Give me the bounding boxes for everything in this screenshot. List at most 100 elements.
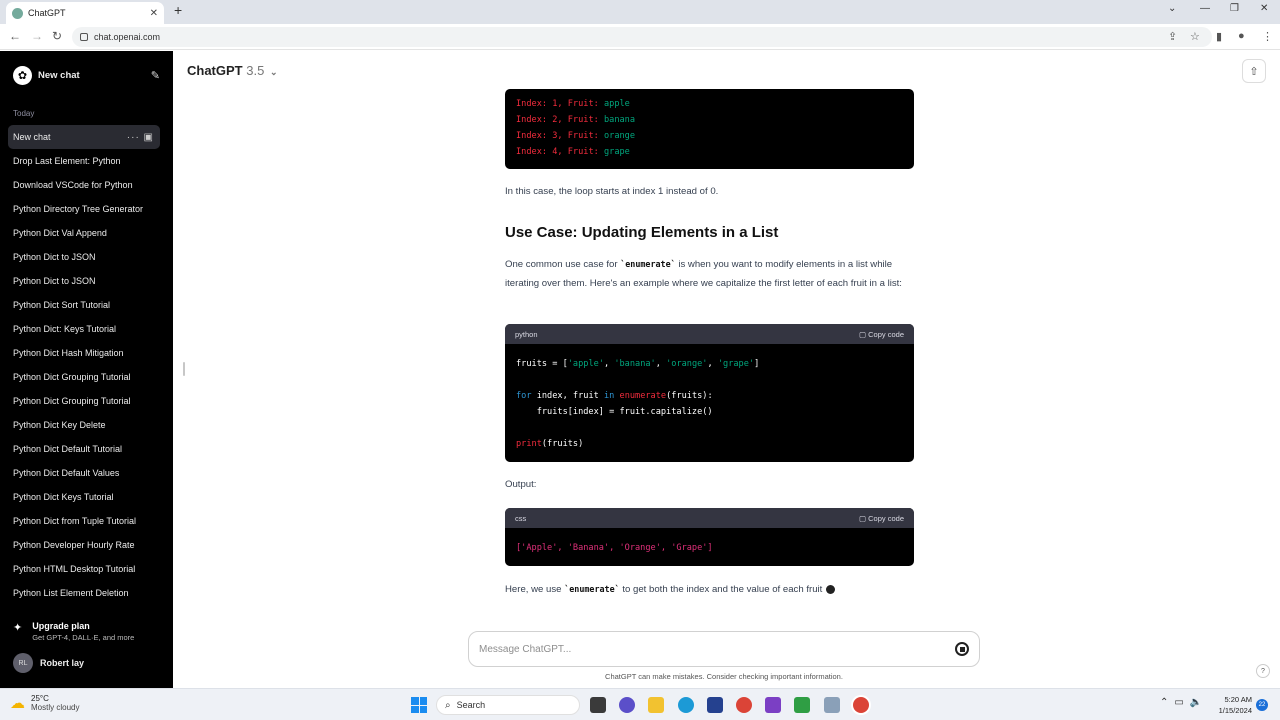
address-bar: ← → ↻ chat.openai.com ⇪ ☆ ▮ ● ⋮ <box>0 24 1280 50</box>
sidebar-resize-handle[interactable] <box>183 362 185 376</box>
maximize-icon[interactable]: ❐ <box>1230 3 1239 14</box>
sidebar-chat-item[interactable]: Python Dict Sort Tutorial <box>8 293 160 317</box>
chat-options-icon[interactable]: ··· ▣ <box>127 132 154 143</box>
sidebar-chat-item[interactable]: Python Dict to JSON <box>8 269 160 293</box>
clipboard-icon: ▢ <box>858 513 867 523</box>
model-name: ChatGPT <box>187 63 243 78</box>
stop-generating-button[interactable] <box>955 642 969 656</box>
sidebar-chat-label: Python Dict to JSON <box>13 276 96 286</box>
menu-kebab-icon[interactable]: ⋮ <box>1262 30 1273 43</box>
compose-icon[interactable]: ✎ <box>151 69 160 82</box>
reload-icon[interactable]: ↻ <box>52 29 62 43</box>
sidebar-chat-item[interactable]: Python Directory Tree Generator <box>8 197 160 221</box>
forward-icon[interactable]: → <box>31 29 43 43</box>
copy-code-button[interactable]: ▢ Copy code <box>859 514 904 523</box>
intro-paragraph: One common use case for `enumerate` is w… <box>505 255 915 293</box>
store-icon[interactable] <box>707 697 723 713</box>
system-tray-icons[interactable]: ⌃▭🔈 <box>1160 697 1208 708</box>
new-chat-button[interactable]: ✿ New chat ✎ <box>8 63 160 87</box>
final-paragraph: Here, we use `enumerate` to get both the… <box>505 580 925 600</box>
bookmark-star-icon[interactable]: ☆ <box>1190 30 1200 43</box>
sidebar-chat-item[interactable]: Python Dict Key Delete <box>8 413 160 437</box>
sidebar-chat-item[interactable]: Python List Element Deletion <box>8 581 160 605</box>
output-line: Index: 4, Fruit: grape <box>516 147 630 157</box>
clipboard-icon: ▢ <box>858 329 867 339</box>
back-icon[interactable]: ← <box>9 29 21 43</box>
code-language: python <box>515 329 538 339</box>
upgrade-title: Upgrade plan <box>32 621 90 631</box>
sidebar-chat-item[interactable]: Python Dict from Tuple Tutorial <box>8 509 160 533</box>
taskbar-search[interactable]: ⌕ Search <box>436 695 580 715</box>
sidebar-chat-label: Python Dict from Tuple Tutorial <box>13 516 137 526</box>
sidebar-chat-item[interactable]: Python Dict: Keys Tutorial <box>8 317 160 341</box>
browser-tab[interactable]: ChatGPT ✕ <box>6 2 164 24</box>
sidebar-chat-item[interactable]: Python Dict Grouping Tutorial <box>8 389 160 413</box>
task-view-icon[interactable] <box>590 697 606 713</box>
sidebar-chat-label: Python Dict Grouping Tutorial <box>13 372 131 382</box>
chat-app-icon[interactable] <box>619 697 635 713</box>
sidebar-chat-item[interactable]: Python Dict Val Append <box>8 221 160 245</box>
model-selector[interactable]: ChatGPT 3.5 ⌄ <box>187 63 278 78</box>
close-tab-icon[interactable]: ✕ <box>150 8 158 19</box>
sidebar-chat-item[interactable]: Python Dict to JSON <box>8 245 160 269</box>
notification-badge[interactable]: 22 <box>1256 699 1268 711</box>
copy-code-label: Copy code <box>868 513 904 523</box>
windows-start-icon[interactable] <box>411 697 427 713</box>
url-field[interactable]: chat.openai.com <box>72 27 1212 47</box>
user-menu[interactable]: RL Robert lay <box>13 653 84 673</box>
python-code-body: fruits = ['apple', 'banana', 'orange', '… <box>516 359 760 449</box>
sidebar-chat-item[interactable]: Download VSCode for Python <box>8 173 160 197</box>
css-output-block: css ▢ Copy code ['Apple', 'Banana', 'Ora… <box>505 508 914 566</box>
sidebar-chat-item[interactable]: Python Dict Keys Tutorial <box>8 485 160 509</box>
final-text-a: Here, we use <box>505 584 565 595</box>
message-input[interactable] <box>479 643 955 655</box>
sidebar-chat-label: Python Dict: Keys Tutorial <box>13 324 117 334</box>
share-chat-button[interactable]: ⇧ <box>1242 59 1266 83</box>
app-icon[interactable] <box>765 697 781 713</box>
minimize-icon[interactable]: — <box>1200 3 1210 14</box>
file-explorer-icon[interactable] <box>648 697 664 713</box>
clock[interactable]: 5:20 AM 1/15/2024 <box>1214 694 1252 716</box>
close-window-icon[interactable]: ✕ <box>1260 3 1268 14</box>
sidebar-chat-label: Python Dict Sort Tutorial <box>13 300 111 310</box>
app-icon[interactable] <box>824 697 840 713</box>
new-tab-icon[interactable]: + <box>174 2 182 18</box>
sidebar-chat-label: Python Dict Val Append <box>13 228 107 238</box>
openai-logo-icon: ✿ <box>13 65 32 85</box>
sidebar-chat-item[interactable]: Python Dict Default Values <box>8 461 160 485</box>
site-info-icon[interactable] <box>80 33 88 41</box>
side-panel-icon[interactable]: ▮ <box>1216 30 1222 43</box>
weather-condition: Mostly cloudy <box>31 703 80 712</box>
help-icon[interactable]: ? <box>1256 664 1270 678</box>
upgrade-plan-button[interactable]: ✦ Upgrade plan Get GPT-4, DALL·E, and mo… <box>13 621 134 642</box>
copy-code-button[interactable]: ▢ Copy code <box>859 330 904 339</box>
chrome-icon[interactable] <box>736 697 752 713</box>
sidebar-chat-item[interactable]: Python Dict Hash Mitigation <box>8 341 160 365</box>
output-line: Index: 3, Fruit: orange <box>516 131 636 141</box>
app-icon[interactable] <box>794 697 810 713</box>
edge-browser-icon[interactable] <box>678 697 694 713</box>
code-language: css <box>515 513 527 523</box>
sidebar-chat-item[interactable]: Python Dict Default Tutorial <box>8 437 160 461</box>
weather-widget[interactable]: ☁ 25°C Mostly cloudy <box>10 694 79 712</box>
profile-icon[interactable]: ● <box>1238 30 1245 42</box>
windows-taskbar: ☁ 25°C Mostly cloudy ⌕ Search ⌃▭🔈 5:20 A… <box>0 688 1280 720</box>
output-label: Output: <box>505 479 537 490</box>
streaming-cursor-icon <box>826 584 836 594</box>
tab-search-icon[interactable]: ⌄ <box>1168 3 1176 14</box>
taskbar-search-label: Search <box>456 700 486 710</box>
sidebar-chat-item[interactable]: Python Dict Grouping Tutorial <box>8 365 160 389</box>
code-header: css ▢ Copy code <box>505 508 914 528</box>
sidebar-chat-label: Python List Element Deletion <box>13 588 129 598</box>
section-today: Today <box>13 109 35 118</box>
css-output-text: ['Apple', 'Banana', 'Orange', 'Grape'] <box>516 543 713 553</box>
sidebar-chat-item[interactable]: Python HTML Desktop Tutorial <box>8 557 160 581</box>
share-page-icon[interactable]: ⇪ <box>1168 30 1177 43</box>
sparkle-icon: ✦ <box>13 622 23 634</box>
chrome-active-icon[interactable] <box>853 697 869 713</box>
sidebar-chat-item[interactable]: Python Developer Hourly Rate <box>8 533 160 557</box>
sidebar-chat-label: Python Directory Tree Generator <box>13 204 144 214</box>
python-code-block: python ▢ Copy code fruits = ['apple', 'b… <box>505 324 914 462</box>
sidebar-chat-item[interactable]: New chat ··· ▣ <box>8 125 160 149</box>
sidebar-chat-item[interactable]: Drop Last Element: Python <box>8 149 160 173</box>
